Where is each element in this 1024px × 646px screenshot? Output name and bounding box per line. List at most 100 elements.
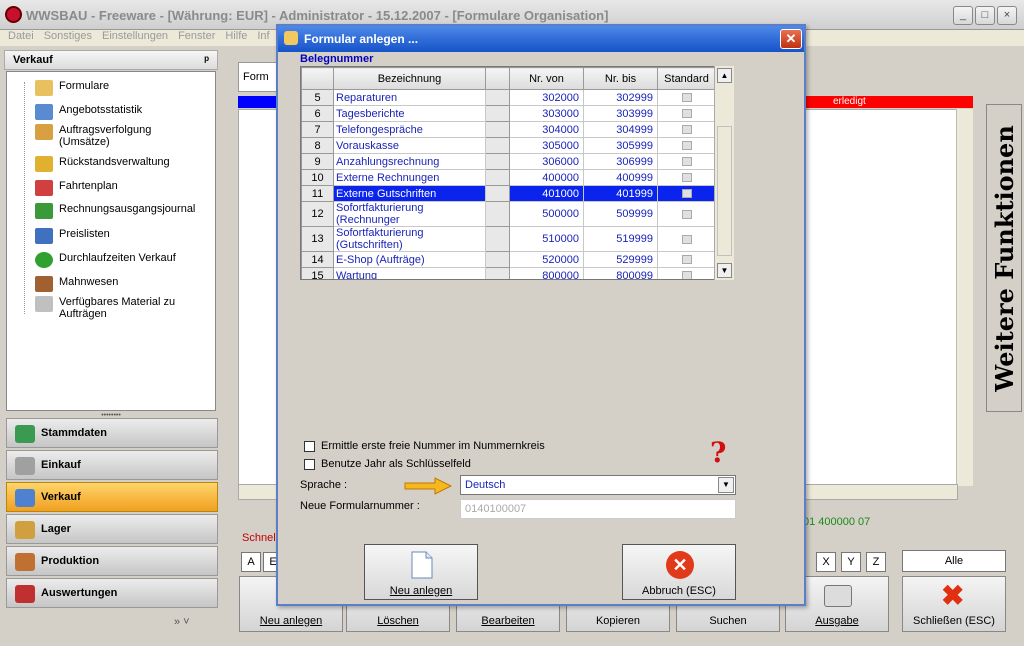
- grid-cell-spacer: [485, 185, 510, 202]
- grid-cell-bezeichnung: Sofortfakturierung (Rechnunger: [333, 201, 486, 227]
- grid-row[interactable]: 13 Sofortfakturierung (Gutschriften) 51000…: [301, 226, 716, 252]
- tree-item-rechnungsausgangsjournal[interactable]: Rechnungsausgangsjournal: [35, 203, 199, 219]
- statistics-icon: [35, 104, 53, 120]
- grid-cell-index: 10: [301, 169, 334, 186]
- nav-stammdaten[interactable]: Stammdaten: [6, 418, 218, 448]
- checkbox-icon[interactable]: [304, 440, 315, 452]
- scroll-up-icon[interactable]: ▲: [717, 68, 732, 83]
- scroll-down-icon[interactable]: ▼: [717, 263, 732, 278]
- grid-row[interactable]: 14 E-Shop (Aufträge) 520000 529999: [301, 251, 716, 268]
- configure-buttons-icon[interactable]: » ˅: [174, 616, 190, 628]
- grid-cell-nr-bis: 304999: [583, 121, 658, 138]
- scroll-thumb[interactable]: [717, 126, 732, 256]
- minimize-button[interactable]: _: [953, 6, 973, 25]
- menu-hilfe[interactable]: Hilfe: [225, 30, 247, 42]
- grid-row[interactable]: 9 Anzahlungsrechnung 306000 306999: [301, 153, 716, 170]
- checkbox-icon[interactable]: [681, 271, 692, 279]
- tree-item-durchlaufzeiten[interactable]: Durchlaufzeiten Verkauf: [35, 252, 199, 268]
- close-button[interactable]: ×: [997, 6, 1017, 25]
- grid-row[interactable]: 6 Tagesberichte 303000 303999: [301, 105, 716, 122]
- checkbox-icon[interactable]: [304, 458, 315, 470]
- checkbox-icon[interactable]: [681, 189, 692, 199]
- tree-item-auftragsverfolgung[interactable]: Auftragsverfolgung (Umsätze): [35, 124, 199, 148]
- dialog-close-button[interactable]: ✕: [780, 29, 802, 49]
- grid-cell-nr-bis: 400999: [583, 169, 658, 186]
- tree-item-rueckstandsverwaltung[interactable]: Rückstandsverwaltung: [35, 156, 199, 172]
- checkbox-icon[interactable]: [681, 141, 692, 151]
- nav-lager[interactable]: Lager: [6, 514, 218, 544]
- letter-button-a[interactable]: A: [241, 552, 261, 572]
- letter-button-z[interactable]: Z: [866, 552, 886, 572]
- help-icon[interactable]: ?: [710, 436, 726, 469]
- menu-info[interactable]: Inf: [257, 30, 269, 42]
- dialog-titlebar: Formular anlegen ...: [278, 26, 804, 52]
- tree-item-formulare[interactable]: Formulare: [35, 80, 199, 96]
- grid-cell-index: 5: [301, 89, 334, 106]
- left-panel: Verkauf ᵖ Formulare Angebotsstatistik Au…: [4, 50, 218, 640]
- tree-item-preislisten[interactable]: Preislisten: [35, 228, 199, 244]
- arrow-right-icon: [404, 477, 453, 495]
- grid-row[interactable]: 10 Externe Rechnungen 400000 400999: [301, 169, 716, 186]
- cancel-button[interactable]: ✕ Abbruch (ESC): [622, 544, 736, 600]
- menu-fenster[interactable]: Fenster: [178, 30, 215, 42]
- checkbox-icon[interactable]: [681, 109, 692, 119]
- checkbox-icon[interactable]: [681, 209, 692, 219]
- checkbox-icon[interactable]: [681, 125, 692, 135]
- menu-datei[interactable]: Datei: [8, 30, 34, 42]
- forms-list-scrollbar[interactable]: [956, 109, 973, 486]
- checkbox-icon[interactable]: [681, 93, 692, 103]
- tree-item-angebotsstatistik[interactable]: Angebotsstatistik: [35, 104, 199, 120]
- menu-sonstiges[interactable]: Sonstiges: [44, 30, 92, 42]
- grid-header-nr-von[interactable]: Nr. von: [509, 67, 584, 90]
- grid-cell-standard: [657, 121, 716, 138]
- checkbox-icon[interactable]: [681, 255, 692, 265]
- grid-header-spacer: [485, 67, 510, 90]
- grid-cell-bezeichnung: Reparaturen: [333, 89, 486, 106]
- more-functions-label: Weitere Funktionen: [989, 124, 1019, 392]
- language-select[interactable]: Deutsch ▼: [460, 475, 736, 495]
- checkbox-first-free-number[interactable]: Ermittle erste freie Nummer im Nummernkr…: [304, 440, 545, 452]
- grid-row[interactable]: 15 Wartung 800000 800099: [301, 267, 716, 279]
- checkbox-icon[interactable]: [681, 234, 692, 244]
- chevron-down-icon[interactable]: ▼: [718, 477, 734, 493]
- tree-item-mahnwesen[interactable]: Mahnwesen: [35, 276, 199, 292]
- nav-produktion[interactable]: Produktion: [6, 546, 218, 576]
- tree-item-verfuegbares-material[interactable]: Verfügbares Material zu Aufträgen: [35, 296, 199, 320]
- grid-row[interactable]: 7 Telefongespräche 304000 304999: [301, 121, 716, 138]
- grid-scrollbar[interactable]: ▲ ▼: [714, 66, 734, 280]
- menu-einstellungen[interactable]: Einstellungen: [102, 30, 168, 42]
- grid-row[interactable]: 8 Vorauskasse 305000 305999: [301, 137, 716, 154]
- grid-header-bezeichnung[interactable]: Bezeichnung: [333, 67, 486, 90]
- grid-header-nr-bis[interactable]: Nr. bis: [583, 67, 658, 90]
- maximize-button[interactable]: □: [975, 6, 995, 25]
- toolbar-close-button[interactable]: ✖ Schließen (ESC): [902, 576, 1006, 632]
- grid-cell-spacer: [485, 137, 510, 154]
- dialog-title: Formular anlegen ...: [304, 32, 419, 46]
- checkbox-icon[interactable]: [681, 173, 692, 183]
- grid-cell-bezeichnung: Wartung: [333, 267, 486, 279]
- grid-row[interactable]: 5 Reparaturen 302000 302999: [301, 89, 716, 106]
- tab-formulare[interactable]: Form: [238, 62, 278, 92]
- letter-button-x[interactable]: X: [816, 552, 836, 572]
- grid-cell-spacer: [485, 201, 510, 227]
- grid-row[interactable]: 12 Sofortfakturierung (Rechnunger 500000 50…: [301, 201, 716, 227]
- grid-row[interactable]: 11 Externe Gutschriften 401000 401999: [301, 185, 716, 202]
- pin-icon[interactable]: ᵖ: [204, 53, 209, 67]
- document-number-grid: Bezeichnung Nr. von Nr. bis Standard 5 Re…: [300, 66, 734, 280]
- all-button[interactable]: Alle: [902, 550, 1006, 572]
- nav-einkauf[interactable]: Einkauf: [6, 450, 218, 480]
- grid-cell-spacer: [485, 267, 510, 279]
- grid-cell-nr-von: 305000: [509, 137, 584, 154]
- new-form-number-field[interactable]: 0140100007: [460, 499, 736, 519]
- create-button[interactable]: Neu anlegen: [364, 544, 478, 600]
- backlog-icon: [35, 156, 53, 172]
- checkbox-icon[interactable]: [681, 157, 692, 167]
- grid-cell-nr-bis: 800099: [583, 267, 658, 279]
- nav-verkauf[interactable]: Verkauf: [6, 482, 218, 512]
- grid-cell-index: 6: [301, 105, 334, 122]
- letter-button-y[interactable]: Y: [841, 552, 861, 572]
- tree-item-fahrtenplan[interactable]: Fahrtenplan: [35, 180, 199, 196]
- checkbox-year-as-key[interactable]: Benutze Jahr als Schlüsselfeld: [304, 458, 471, 470]
- grid-header-standard[interactable]: Standard: [657, 67, 716, 90]
- nav-auswertungen[interactable]: Auswertungen: [6, 578, 218, 608]
